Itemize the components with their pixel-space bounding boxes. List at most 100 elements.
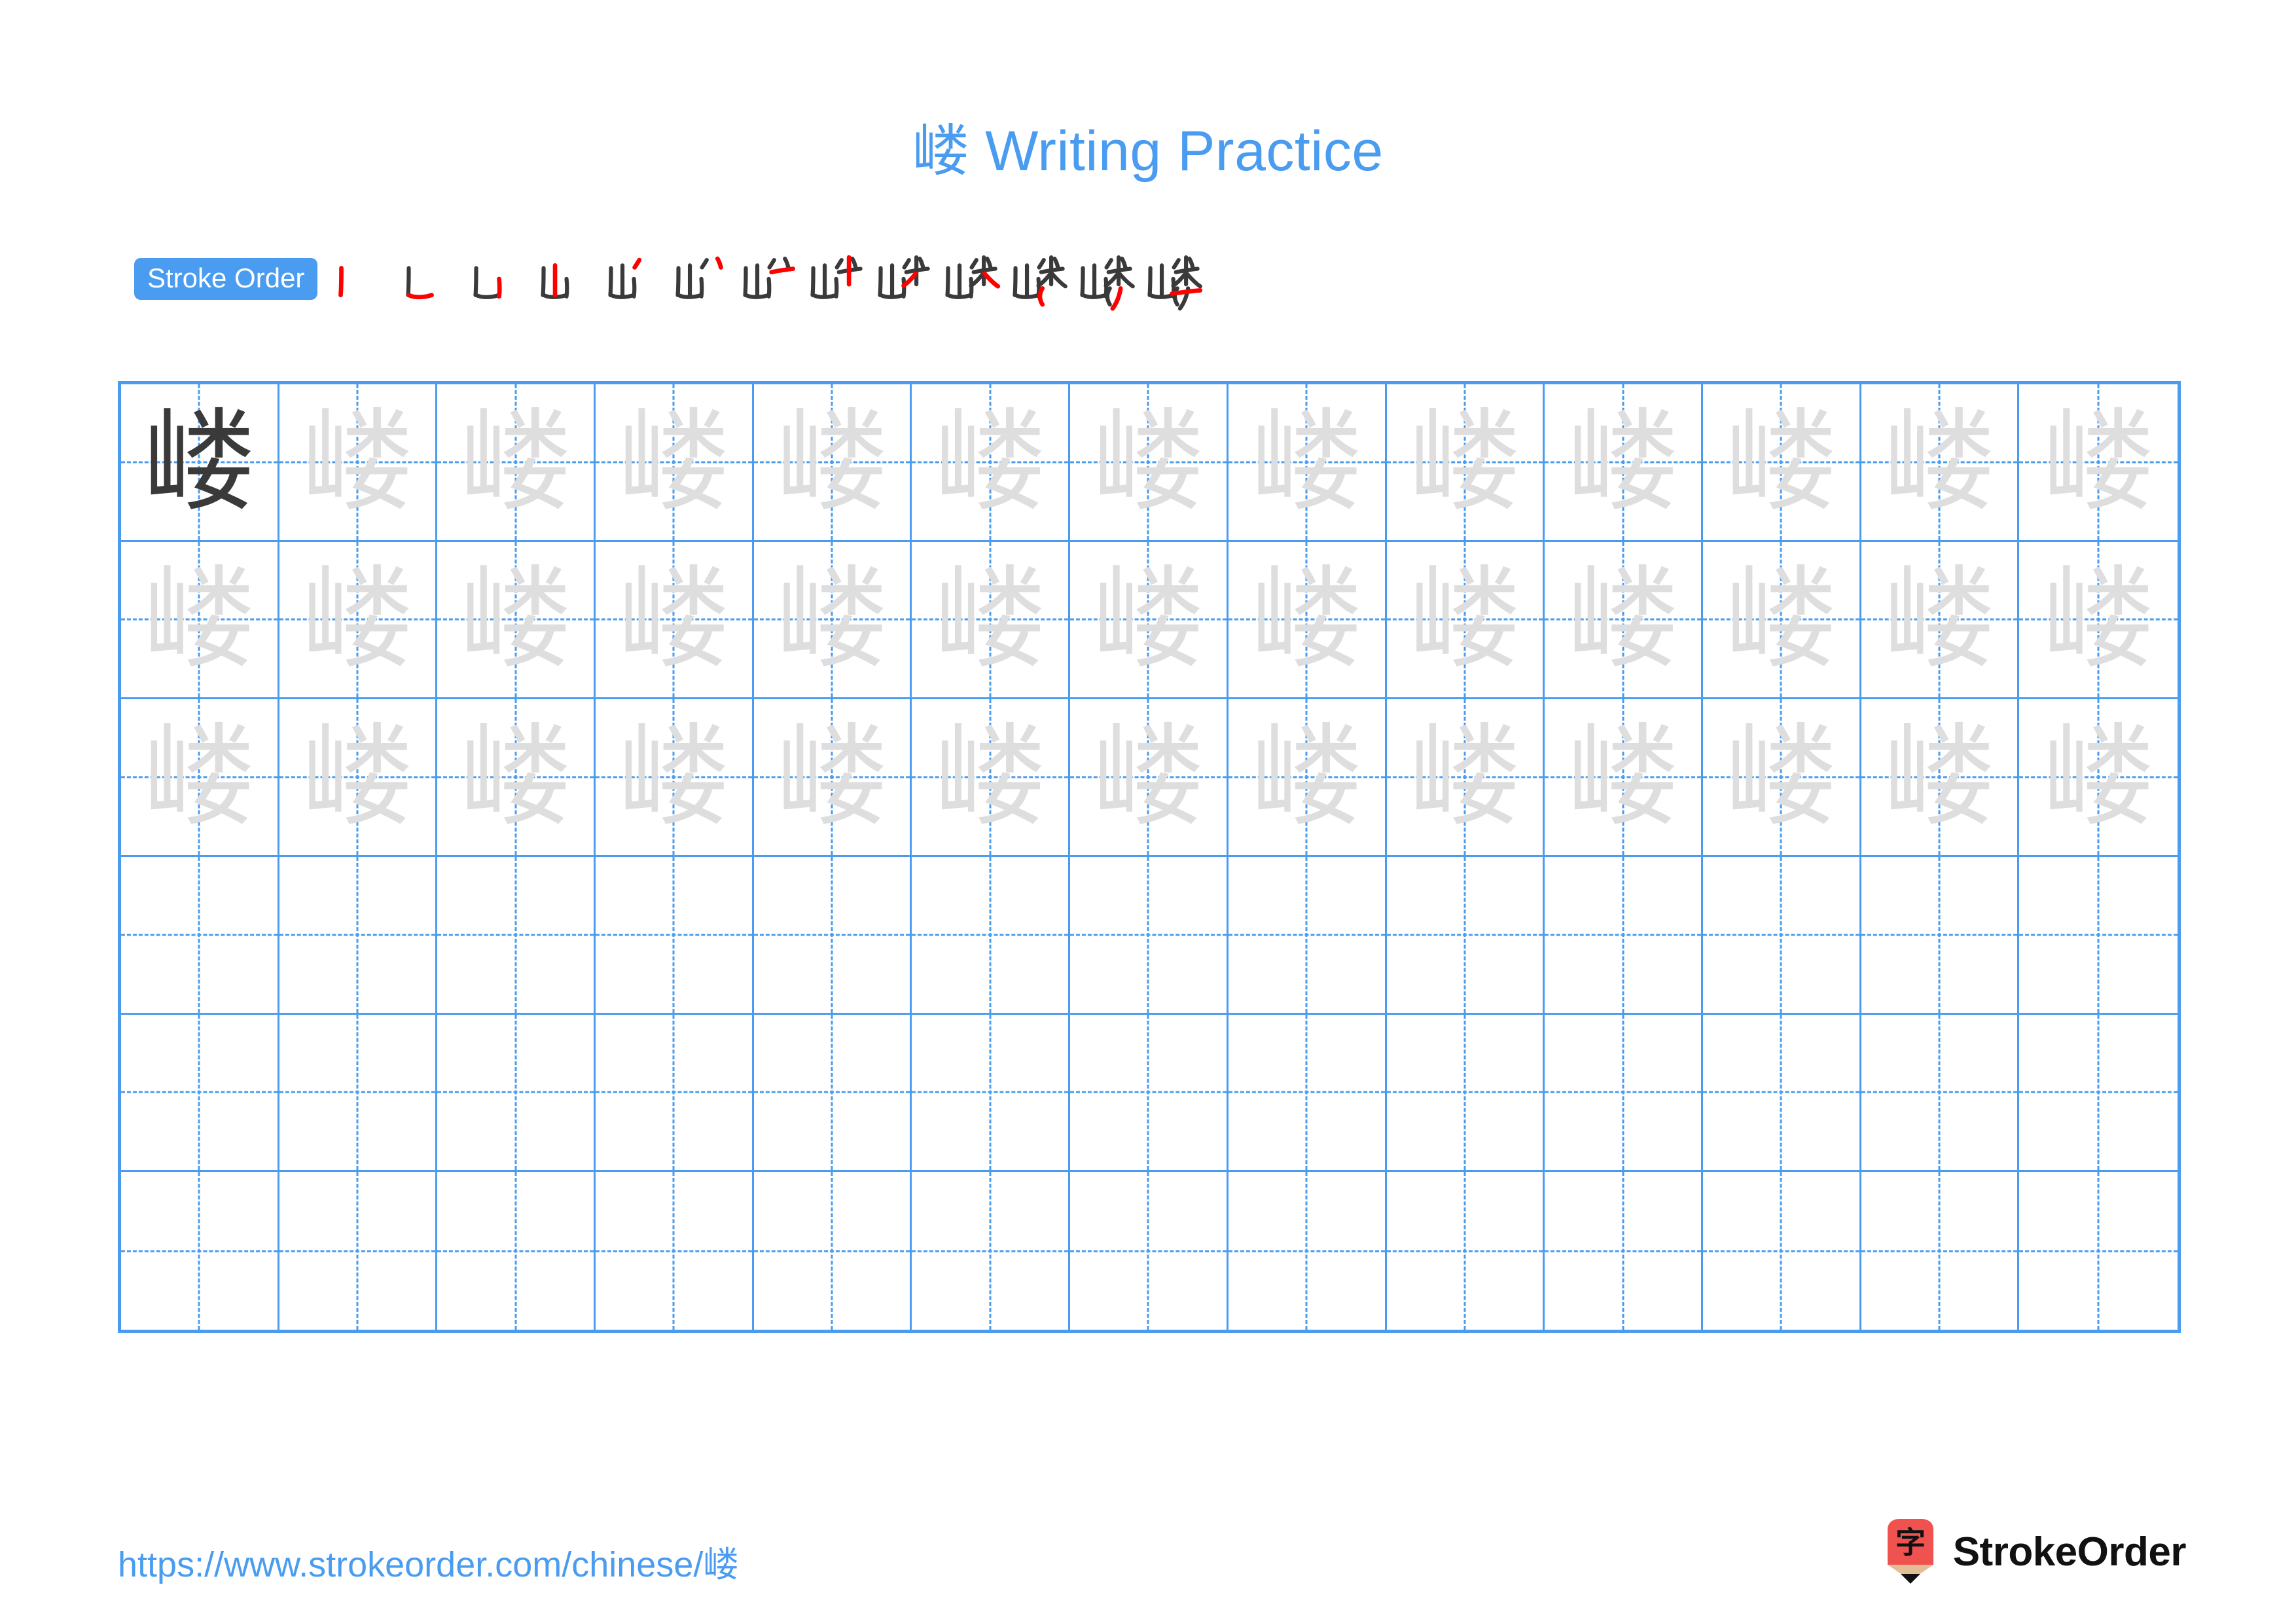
practice-cell-r6-c3[interactable] [437,1172,596,1330]
practice-cell-r4-c7[interactable] [1070,857,1229,1015]
practice-cell-r6-c5[interactable] [754,1172,912,1330]
practice-cell-r6-c1[interactable] [121,1172,279,1330]
practice-cell-r3-c4[interactable]: 嵝 [596,699,754,857]
blank-character-slot [1229,1015,1385,1171]
footer-brand[interactable]: 字 StrokeOrder [1885,1518,2187,1586]
practice-cell-r3-c9[interactable]: 嵝 [1386,699,1545,857]
practice-cell-r5-c10[interactable] [1545,1014,1703,1173]
practice-cell-r6-c13[interactable] [2019,1172,2178,1330]
practice-cell-r3-c8[interactable]: 嵝 [1228,699,1387,857]
practice-cell-r1-c9[interactable]: 嵝 [1386,384,1545,542]
practice-cell-r3-c3[interactable]: 嵝 [437,699,596,857]
practice-cell-r2-c7[interactable]: 嵝 [1070,541,1229,700]
practice-cell-r1-c5[interactable]: 嵝 [753,384,912,542]
practice-cell-r4-c2[interactable] [279,857,438,1015]
practice-cell-r1-c2[interactable]: 嵝 [279,384,438,542]
practice-cell-r5-c9[interactable] [1386,1014,1545,1173]
practice-cell-r1-c3[interactable]: 嵝 [437,384,596,542]
practice-cell-r1-c11[interactable]: 嵝 [1702,384,1861,542]
practice-cell-r5-c3[interactable] [437,1014,596,1173]
practice-cell-r2-c4[interactable]: 嵝 [596,541,754,700]
practice-cell-r5-c6[interactable] [912,1014,1071,1173]
practice-cell-r5-c5[interactable] [753,1014,912,1173]
traced-character: 嵝 [302,555,414,685]
practice-cell-r5-c4[interactable] [596,1014,754,1173]
practice-cell-r2-c12[interactable]: 嵝 [1861,541,2020,700]
blank-character-slot [2019,1172,2178,1330]
stroke-order-badge: Stroke Order [134,258,318,300]
practice-cell-r6-c9[interactable] [1387,1172,1545,1330]
practice-cell-r2-c9[interactable]: 嵝 [1386,541,1545,700]
practice-cell-r1-c1[interactable]: 嵝 [121,384,279,542]
practice-cell-r2-c11[interactable]: 嵝 [1702,541,1861,700]
practice-cell-r1-c8[interactable]: 嵝 [1228,384,1387,542]
blank-character-slot [1545,1015,1701,1171]
stroke-step-3 [464,243,531,315]
practice-cell-r3-c6[interactable]: 嵝 [912,699,1071,857]
practice-cell-r2-c3[interactable]: 嵝 [437,541,596,700]
practice-cell-r3-c5[interactable]: 嵝 [753,699,912,857]
practice-cell-r6-c2[interactable] [279,1172,438,1330]
practice-cell-r3-c11[interactable]: 嵝 [1702,699,1861,857]
traced-character: 嵝 [1408,555,1520,685]
practice-cell-r5-c7[interactable] [1070,1014,1229,1173]
practice-cell-r3-c1[interactable]: 嵝 [121,699,279,857]
practice-cell-r6-c7[interactable] [1070,1172,1229,1330]
practice-cell-r5-c1[interactable] [121,1014,279,1173]
blank-character-slot [912,1172,1068,1330]
blank-character-slot [1545,1172,1701,1330]
practice-cell-r3-c7[interactable]: 嵝 [1070,699,1229,857]
practice-cell-r3-c12[interactable]: 嵝 [1861,699,2020,857]
practice-cell-r4-c4[interactable] [596,857,754,1015]
practice-cell-r4-c5[interactable] [753,857,912,1015]
practice-cell-r6-c12[interactable] [1861,1172,2020,1330]
practice-cell-r4-c10[interactable] [1545,857,1703,1015]
practice-cell-r1-c6[interactable]: 嵝 [912,384,1071,542]
practice-cell-r2-c8[interactable]: 嵝 [1228,541,1387,700]
blank-character-slot [912,1015,1068,1171]
practice-cell-r2-c6[interactable]: 嵝 [912,541,1071,700]
practice-cell-r2-c1[interactable]: 嵝 [121,541,279,700]
practice-cell-r4-c9[interactable] [1386,857,1545,1015]
practice-cell-r2-c13[interactable]: 嵝 [2019,542,2178,700]
practice-cell-r4-c1[interactable] [121,857,279,1015]
practice-cell-r2-c5[interactable]: 嵝 [753,541,912,700]
blank-character-slot [596,857,752,1013]
practice-cell-r1-c4[interactable]: 嵝 [596,384,754,542]
practice-cell-r6-c10[interactable] [1545,1172,1703,1330]
practice-cell-r4-c6[interactable] [912,857,1071,1015]
practice-cell-r3-c2[interactable]: 嵝 [279,699,438,857]
practice-cell-r6-c4[interactable] [596,1172,754,1330]
practice-cell-r6-c6[interactable] [912,1172,1071,1330]
blank-character-slot [754,1015,910,1171]
practice-cell-r4-c12[interactable] [1861,857,2020,1015]
traced-character: 嵝 [1408,712,1520,843]
practice-cell-r4-c11[interactable] [1702,857,1861,1015]
stroke-step-8 [801,243,869,315]
practice-cell-r3-c10[interactable]: 嵝 [1545,699,1703,857]
practice-cell-r1-c7[interactable]: 嵝 [1070,384,1229,542]
practice-cell-r1-c10[interactable]: 嵝 [1545,384,1703,542]
blank-character-slot [1387,1172,1543,1330]
practice-cell-r2-c2[interactable]: 嵝 [279,541,438,700]
traced-character: 嵝 [1725,397,1837,527]
practice-cell-r5-c13[interactable] [2019,1015,2178,1173]
practice-cell-r5-c8[interactable] [1228,1014,1387,1173]
practice-cell-r1-c13[interactable]: 嵝 [2019,384,2178,542]
traced-character: 嵝 [934,712,1046,843]
practice-cell-r5-c2[interactable] [279,1014,438,1173]
practice-cell-r4-c8[interactable] [1228,857,1387,1015]
practice-cell-r2-c10[interactable]: 嵝 [1545,541,1703,700]
practice-cell-r3-c13[interactable]: 嵝 [2019,699,2178,857]
practice-cell-r4-c13[interactable] [2019,857,2178,1015]
practice-cell-r4-c3[interactable] [437,857,596,1015]
practice-cell-r5-c12[interactable] [1861,1014,2020,1173]
footer-url[interactable]: https://www.strokeorder.com/chinese/嵝 [118,1535,738,1587]
practice-cell-r1-c12[interactable]: 嵝 [1861,384,2020,542]
traced-character: 嵝 [618,555,730,685]
traced-character: 嵝 [143,712,255,843]
practice-cell-r6-c8[interactable] [1229,1172,1387,1330]
practice-cell-r5-c11[interactable] [1702,1014,1861,1173]
practice-cell-r6-c11[interactable] [1703,1172,1861,1330]
stroke-step-7 [734,243,801,315]
